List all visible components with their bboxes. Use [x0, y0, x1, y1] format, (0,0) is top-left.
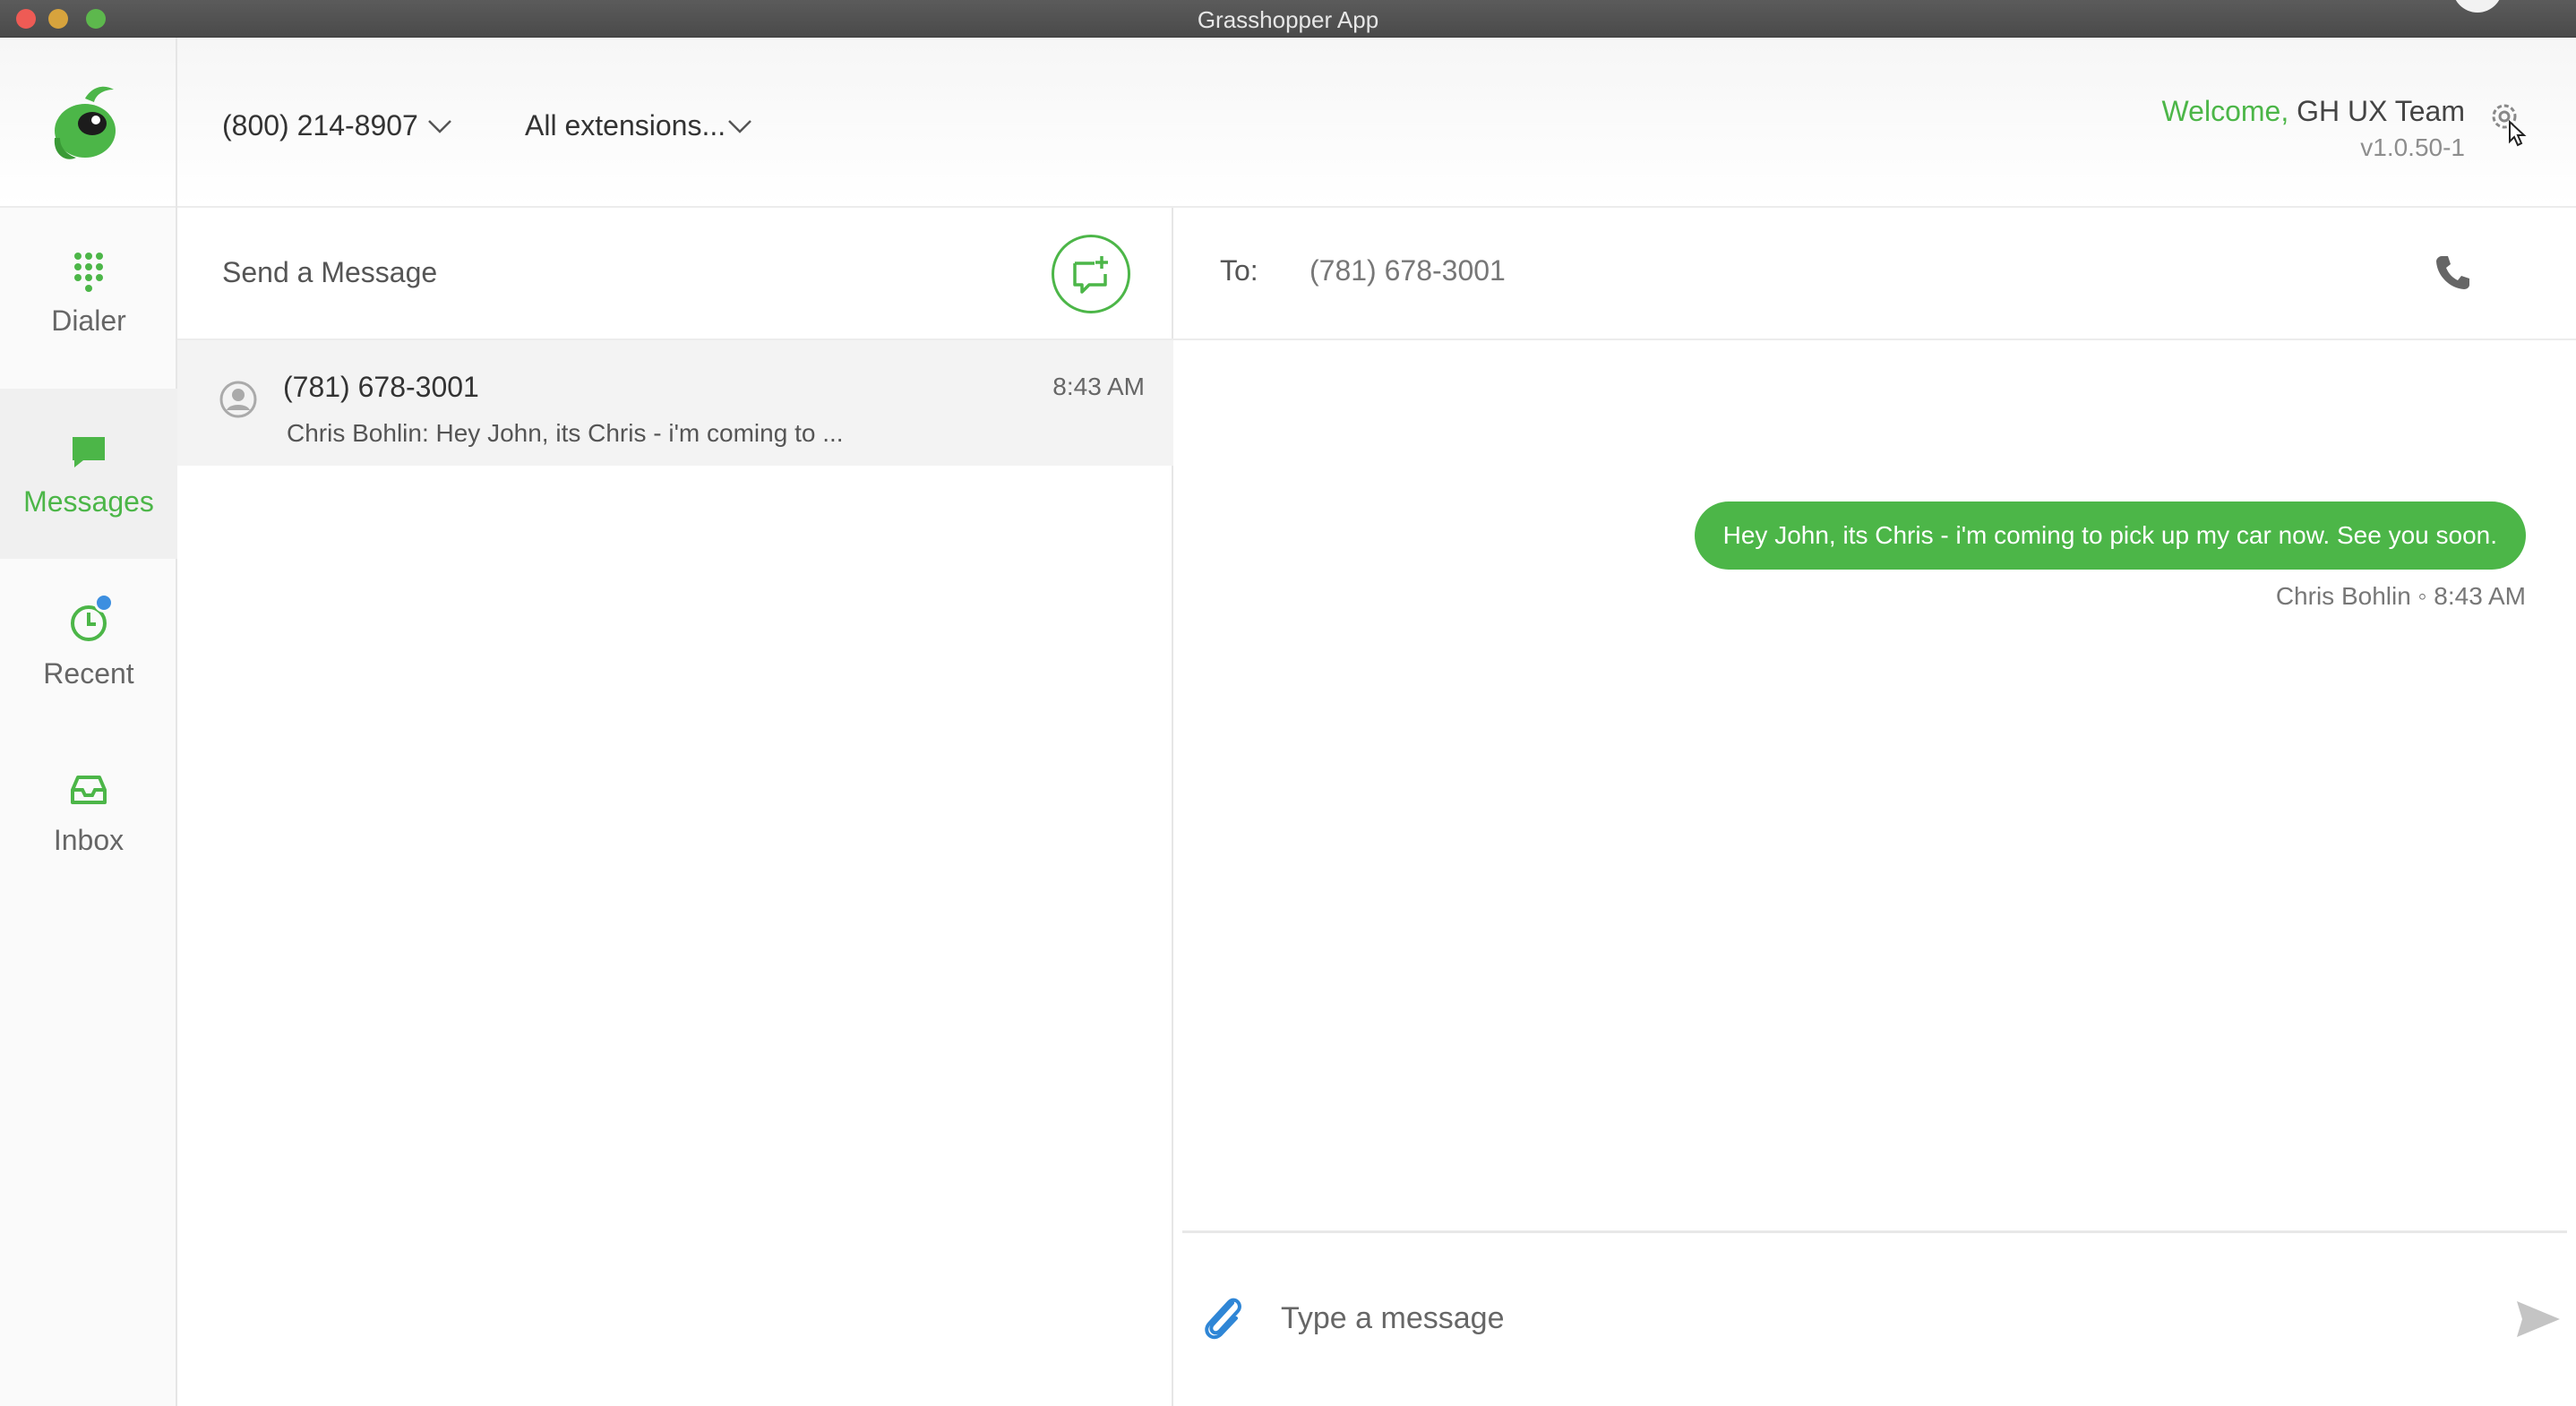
- chat-panel: To: (781) 678-3001 Hey John, its Chris -…: [1173, 208, 2576, 1406]
- nav-label-recent: Recent: [43, 656, 134, 690]
- conversation-name: (781) 678-3001: [283, 371, 479, 403]
- chevron-down-icon: [427, 119, 451, 133]
- user-name: GH UX Team: [2297, 95, 2465, 127]
- nav-item-recent[interactable]: Recent: [0, 561, 177, 731]
- conversation-list: Send a Message (781) 678-3001 8:43 AM Ch…: [177, 208, 1173, 1406]
- left-nav: Dialer Messages Recent Inbox: [0, 208, 177, 1406]
- send-message-title: Send a Message: [222, 256, 438, 288]
- new-message-button[interactable]: [1052, 235, 1130, 313]
- nav-label-inbox: Inbox: [53, 823, 125, 856]
- app-version: v1.0.50-1: [2360, 133, 2465, 161]
- top-header: (800) 214-8907 All extensions... Welcome…: [0, 38, 2576, 208]
- welcome-word: Welcome,: [2161, 95, 2289, 127]
- message-input[interactable]: [1281, 1294, 2445, 1342]
- inbox-icon: [71, 775, 107, 804]
- send-message-header: Send a Message: [177, 208, 1173, 340]
- message-meta: Chris Bohlin ◦ 8:43 AM: [2275, 582, 2526, 610]
- contact-avatar-icon: [219, 381, 257, 418]
- conversation-item[interactable]: (781) 678-3001 8:43 AM Chris Bohlin: Hey…: [177, 340, 1173, 466]
- to-label: To:: [1220, 254, 1258, 287]
- send-arrow-icon[interactable]: [2515, 1298, 2562, 1341]
- grasshopper-logo-icon: [54, 86, 116, 159]
- phone-number-dropdown[interactable]: (800) 214-8907: [222, 109, 452, 142]
- phone-call-icon[interactable]: [2433, 253, 2472, 292]
- nav-item-inbox[interactable]: Inbox: [0, 727, 177, 897]
- conversation-time: 8:43 AM: [1052, 373, 1145, 400]
- app-window: Grasshopper App (800) 214-8907 All exten…: [0, 0, 2576, 1406]
- nav-item-messages[interactable]: Messages: [0, 389, 177, 559]
- extensions-dropdown[interactable]: All extensions...: [525, 109, 752, 142]
- settings-gear-icon[interactable]: [2485, 95, 2529, 149]
- logo-cell: [0, 38, 177, 208]
- nav-item-dialer[interactable]: Dialer: [0, 208, 177, 378]
- dialpad-icon: [74, 252, 103, 292]
- recent-icon-wrap: [67, 592, 114, 645]
- welcome-line: Welcome, GH UX Team: [2162, 95, 2465, 128]
- recipient-number: (781) 678-3001: [1309, 254, 1506, 287]
- nav-label-dialer: Dialer: [51, 304, 126, 337]
- nav-label-messages: Messages: [23, 484, 154, 518]
- welcome-block: Welcome, GH UX Team v1.0.50-1: [2162, 95, 2465, 162]
- extensions-label: All extensions...: [525, 109, 726, 141]
- message-bubble: Hey John, its Chris - i'm coming to pick…: [1694, 502, 2526, 570]
- recipient-bar: To: (781) 678-3001: [1173, 208, 2576, 340]
- notification-badge: [94, 592, 114, 613]
- message-icon: [73, 436, 105, 467]
- phone-number-label: (800) 214-8907: [222, 109, 418, 141]
- paperclip-icon[interactable]: [1197, 1290, 1247, 1344]
- title-bar: Grasshopper App: [0, 0, 2576, 38]
- compose-message-icon: [1073, 256, 1108, 294]
- message-composer: [1182, 1230, 2567, 1406]
- window-title: Grasshopper App: [1197, 6, 1379, 33]
- chevron-down-icon: [728, 119, 751, 133]
- conversation-preview: Chris Bohlin: Hey John, its Chris - i'm …: [287, 419, 844, 447]
